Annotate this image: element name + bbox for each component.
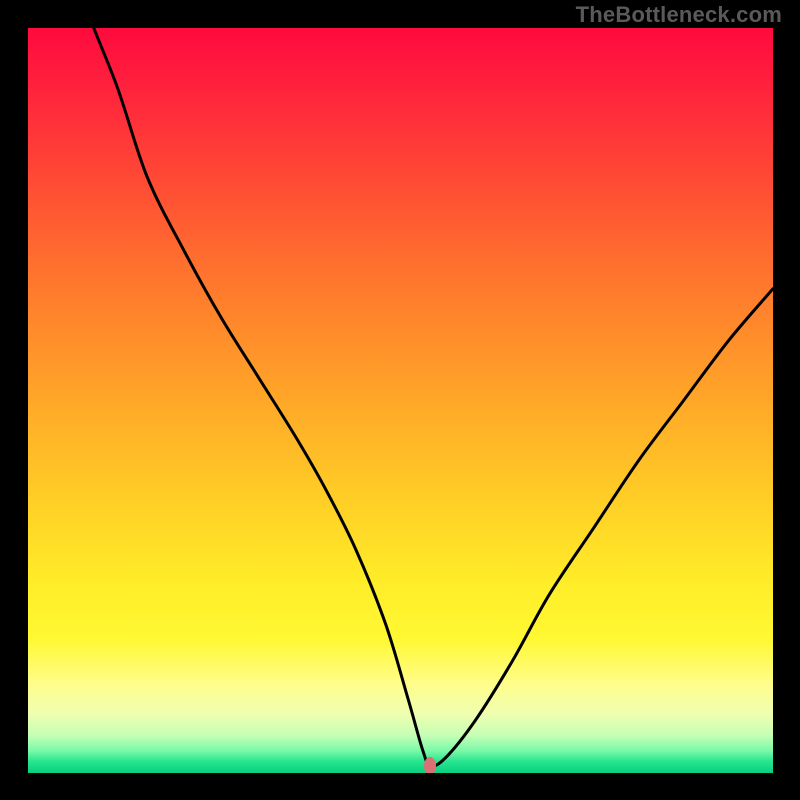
bottleneck-curve — [28, 28, 773, 773]
curve-path — [28, 28, 773, 766]
plot-area — [28, 28, 773, 773]
watermark-text: TheBottleneck.com — [576, 2, 782, 28]
chart-frame: TheBottleneck.com — [0, 0, 800, 800]
optimal-marker — [424, 757, 436, 773]
